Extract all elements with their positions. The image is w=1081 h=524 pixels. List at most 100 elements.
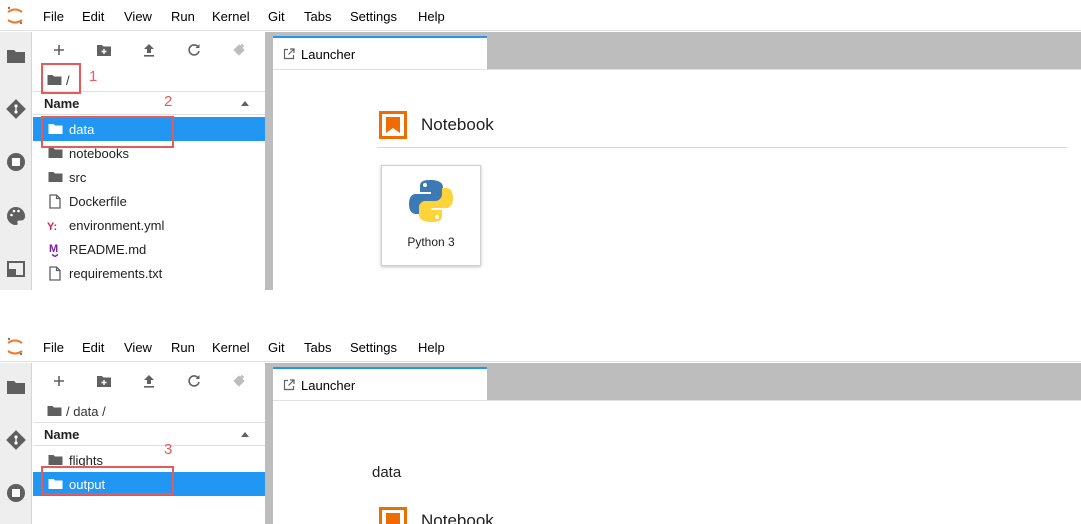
menu-git[interactable]: Git bbox=[268, 9, 285, 24]
annotation-number-1: 1 bbox=[89, 68, 98, 85]
column-name-header[interactable]: Name bbox=[44, 427, 79, 442]
file-name: requirements.txt bbox=[69, 265, 163, 281]
tabs-icon[interactable] bbox=[5, 258, 27, 280]
annotation-box-2 bbox=[41, 116, 174, 148]
column-name-header[interactable]: Name bbox=[44, 96, 79, 111]
upload-button[interactable] bbox=[137, 39, 161, 61]
sort-ascending-icon bbox=[241, 101, 249, 106]
git-clone-button[interactable] bbox=[227, 370, 251, 392]
python3-kernel-card[interactable]: Python 3 bbox=[381, 165, 481, 266]
annotation-number-2: 2 bbox=[164, 93, 173, 110]
git-icon[interactable] bbox=[5, 429, 27, 451]
new-folder-button[interactable] bbox=[92, 370, 116, 392]
list-item[interactable]: src bbox=[33, 165, 265, 189]
refresh-button[interactable] bbox=[182, 39, 206, 61]
file-name: environment.yml bbox=[69, 217, 165, 233]
file-name: src bbox=[69, 169, 87, 185]
menu-settings[interactable]: Settings bbox=[350, 340, 397, 355]
menu-help[interactable]: Help bbox=[418, 340, 445, 355]
folder-icon bbox=[47, 406, 62, 416]
git-clone-icon bbox=[233, 375, 245, 387]
main-area: Launcher Notebook Python 3 bbox=[273, 32, 1081, 290]
tab-label: Launcher bbox=[301, 46, 356, 62]
notebook-section-title: Notebook bbox=[379, 507, 494, 524]
panel-splitter[interactable] bbox=[265, 32, 273, 290]
tab-label: Launcher bbox=[301, 377, 356, 393]
jupyter-logo-icon bbox=[7, 337, 23, 356]
jupyterlab-window-2: File Edit View Run Kernel Git Tabs Setti… bbox=[0, 331, 1081, 524]
main-area: Launcher data Notebook bbox=[273, 363, 1081, 524]
folder-icon bbox=[48, 455, 62, 465]
yaml-icon: Y: bbox=[47, 221, 57, 232]
menu-run[interactable]: Run bbox=[171, 9, 195, 24]
upload-button[interactable] bbox=[137, 370, 161, 392]
menu-edit[interactable]: Edit bbox=[82, 9, 104, 24]
folder-icon[interactable] bbox=[5, 376, 27, 398]
launcher-cwd-label: data bbox=[372, 464, 402, 481]
panel-splitter[interactable] bbox=[265, 363, 273, 524]
folder-icon bbox=[48, 172, 62, 182]
annotation-box-1 bbox=[41, 63, 81, 94]
git-icon[interactable] bbox=[5, 98, 27, 120]
menu-git[interactable]: Git bbox=[268, 340, 285, 355]
list-item[interactable]: Dockerfile bbox=[33, 189, 265, 213]
menu-view[interactable]: View bbox=[124, 9, 152, 24]
annotation-number-3: 3 bbox=[164, 441, 173, 458]
section-label: Notebook bbox=[421, 115, 494, 134]
upload-icon bbox=[144, 375, 154, 388]
svg-text:M: M bbox=[49, 243, 58, 255]
divider bbox=[273, 69, 1081, 70]
palette-icon[interactable] bbox=[5, 205, 27, 227]
menu-edit[interactable]: Edit bbox=[82, 340, 104, 355]
upload-icon bbox=[144, 44, 154, 57]
divider bbox=[377, 147, 1067, 148]
launcher-icon bbox=[283, 379, 295, 391]
activity-bar bbox=[0, 32, 32, 290]
git-clone-button[interactable] bbox=[227, 39, 251, 61]
running-icon[interactable] bbox=[5, 482, 27, 504]
menu-kernel[interactable]: Kernel bbox=[212, 9, 250, 24]
menu-tabs[interactable]: Tabs bbox=[304, 9, 331, 24]
running-icon[interactable] bbox=[5, 151, 27, 173]
list-item[interactable]: Y: environment.yml bbox=[33, 213, 265, 237]
screenshot-separator bbox=[0, 290, 1081, 331]
menu-run[interactable]: Run bbox=[171, 340, 195, 355]
git-clone-icon bbox=[233, 44, 245, 56]
refresh-icon bbox=[188, 375, 200, 387]
menu-file[interactable]: File bbox=[43, 9, 64, 24]
refresh-icon bbox=[188, 44, 200, 56]
file-name: README.md bbox=[69, 241, 147, 257]
refresh-button[interactable] bbox=[182, 370, 206, 392]
jupyter-logo-icon bbox=[7, 6, 23, 25]
menu-file[interactable]: File bbox=[43, 340, 64, 355]
menu-tabs[interactable]: Tabs bbox=[304, 340, 331, 355]
file-name: Dockerfile bbox=[69, 193, 127, 209]
new-launcher-button[interactable] bbox=[47, 370, 71, 392]
breadcrumb-path: / data / bbox=[66, 403, 106, 419]
new-folder-button[interactable] bbox=[92, 39, 116, 61]
menu-settings[interactable]: Settings bbox=[350, 9, 397, 24]
new-folder-icon bbox=[97, 45, 111, 56]
menu-kernel[interactable]: Kernel bbox=[212, 340, 250, 355]
breadcrumb[interactable]: / data / bbox=[47, 402, 106, 420]
python-logo-icon bbox=[409, 180, 453, 222]
tab-launcher[interactable]: Launcher bbox=[273, 36, 487, 70]
jupyterlab-window-1: File Edit View Run Kernel Git Tabs Setti… bbox=[0, 0, 1081, 290]
menubar: File Edit View Run Kernel Git Tabs Setti… bbox=[0, 0, 1081, 31]
file-list-header[interactable]: Name bbox=[33, 422, 265, 446]
notebook-icon bbox=[379, 507, 407, 524]
new-folder-icon bbox=[97, 376, 111, 387]
notebook-section-title: Notebook bbox=[379, 111, 494, 139]
menu-view[interactable]: View bbox=[124, 340, 152, 355]
sort-ascending-icon bbox=[241, 432, 249, 437]
tab-launcher[interactable]: Launcher bbox=[273, 367, 487, 401]
list-item[interactable]: M README.md bbox=[33, 237, 265, 261]
list-item[interactable]: requirements.txt bbox=[33, 261, 265, 285]
menu-help[interactable]: Help bbox=[418, 9, 445, 24]
annotation-box-3 bbox=[41, 466, 174, 495]
file-list-header[interactable]: Name bbox=[33, 91, 265, 115]
menubar: File Edit View Run Kernel Git Tabs Setti… bbox=[0, 331, 1081, 362]
new-launcher-button[interactable] bbox=[47, 39, 71, 61]
folder-icon[interactable] bbox=[5, 45, 27, 67]
divider bbox=[273, 400, 1081, 401]
